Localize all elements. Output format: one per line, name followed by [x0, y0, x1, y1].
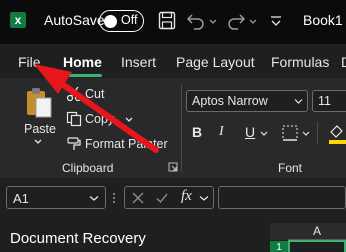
insert-function-button[interactable]: fx — [181, 188, 192, 205]
enter-icon[interactable] — [155, 191, 169, 205]
borders-dropdown-icon[interactable] — [301, 130, 311, 138]
redo-icon[interactable] — [226, 11, 246, 31]
tab-formulas[interactable]: Formulas — [271, 54, 329, 70]
tab-file[interactable]: File — [18, 54, 41, 70]
excel-logo-icon: x — [10, 12, 26, 28]
underline-dropdown-icon[interactable] — [259, 130, 269, 138]
bold-button[interactable]: B — [192, 124, 202, 140]
undo-dropdown-icon[interactable] — [208, 11, 218, 31]
font-size-value: 11 — [318, 94, 331, 108]
redo-dropdown-icon[interactable] — [248, 11, 258, 31]
formula-bar: A1 fx — [0, 178, 346, 216]
paste-label[interactable]: Paste — [24, 122, 56, 136]
font-name-value: Aptos Narrow — [192, 94, 268, 108]
font-name-dropdown-icon[interactable] — [294, 98, 303, 105]
clipboard-launcher-icon[interactable] — [168, 162, 178, 172]
tab-page-layout[interactable]: Page Layout — [176, 54, 255, 70]
cell-a1[interactable] — [288, 240, 346, 252]
copy-icon[interactable] — [66, 111, 82, 127]
font-name-select[interactable]: Aptos Narrow — [186, 90, 308, 112]
italic-button[interactable]: I — [219, 124, 224, 140]
row-header-1[interactable]: 1 — [270, 241, 288, 252]
copy-dropdown-icon[interactable] — [124, 116, 134, 124]
formula-controls: fx — [124, 186, 214, 209]
active-tab-indicator — [62, 74, 102, 77]
select-all-corner[interactable] — [270, 223, 288, 240]
title-bar: x AutoSave Off Book1 — [0, 0, 346, 44]
fx-dropdown-icon[interactable] — [199, 195, 209, 202]
cancel-icon[interactable] — [131, 191, 145, 205]
font-size-select[interactable]: 11 — [312, 90, 346, 112]
formula-bar-splitter-icon[interactable] — [111, 192, 117, 204]
clipboard-group-label: Clipboard — [62, 161, 114, 175]
cut-label[interactable]: Cut — [85, 87, 104, 101]
undo-icon[interactable] — [186, 11, 206, 31]
tab-data[interactable]: D — [341, 54, 346, 70]
autosave-toggle[interactable]: Off — [99, 10, 144, 32]
toggle-knob — [104, 14, 117, 28]
font-separator — [317, 122, 318, 144]
customize-toolbar-icon[interactable] — [268, 11, 284, 31]
autosave-state: Off — [121, 13, 138, 27]
save-icon[interactable] — [158, 11, 176, 31]
font-group-label: Font — [278, 161, 303, 175]
group-separator — [181, 84, 182, 172]
ribbon-tabs: File Home Insert Page Layout Formulas D — [0, 44, 346, 78]
name-box-dropdown-icon[interactable] — [89, 195, 99, 202]
column-header-a[interactable]: A — [288, 223, 346, 240]
paste-icon[interactable] — [24, 86, 54, 120]
borders-icon[interactable] — [281, 124, 299, 142]
name-box-value: A1 — [13, 191, 29, 206]
name-box[interactable]: A1 — [6, 186, 106, 209]
cut-icon[interactable] — [66, 86, 82, 102]
formula-input[interactable] — [218, 186, 346, 209]
fill-color-icon[interactable] — [327, 122, 346, 144]
paste-dropdown-icon[interactable] — [33, 138, 43, 146]
format-painter-icon[interactable] — [66, 136, 82, 152]
underline-button[interactable]: U — [245, 124, 255, 140]
autosave-label: AutoSave — [44, 12, 105, 28]
tab-home[interactable]: Home — [63, 54, 102, 70]
tab-insert[interactable]: Insert — [121, 54, 156, 70]
format-painter-label[interactable]: Format Painter — [85, 137, 168, 151]
document-recovery-title: Document Recovery — [10, 230, 146, 247]
ribbon: Paste Cut Copy Format Painter Clipboard … — [0, 78, 346, 178]
copy-label[interactable]: Copy — [85, 112, 114, 126]
workbook-title: Book1 — [303, 12, 343, 28]
